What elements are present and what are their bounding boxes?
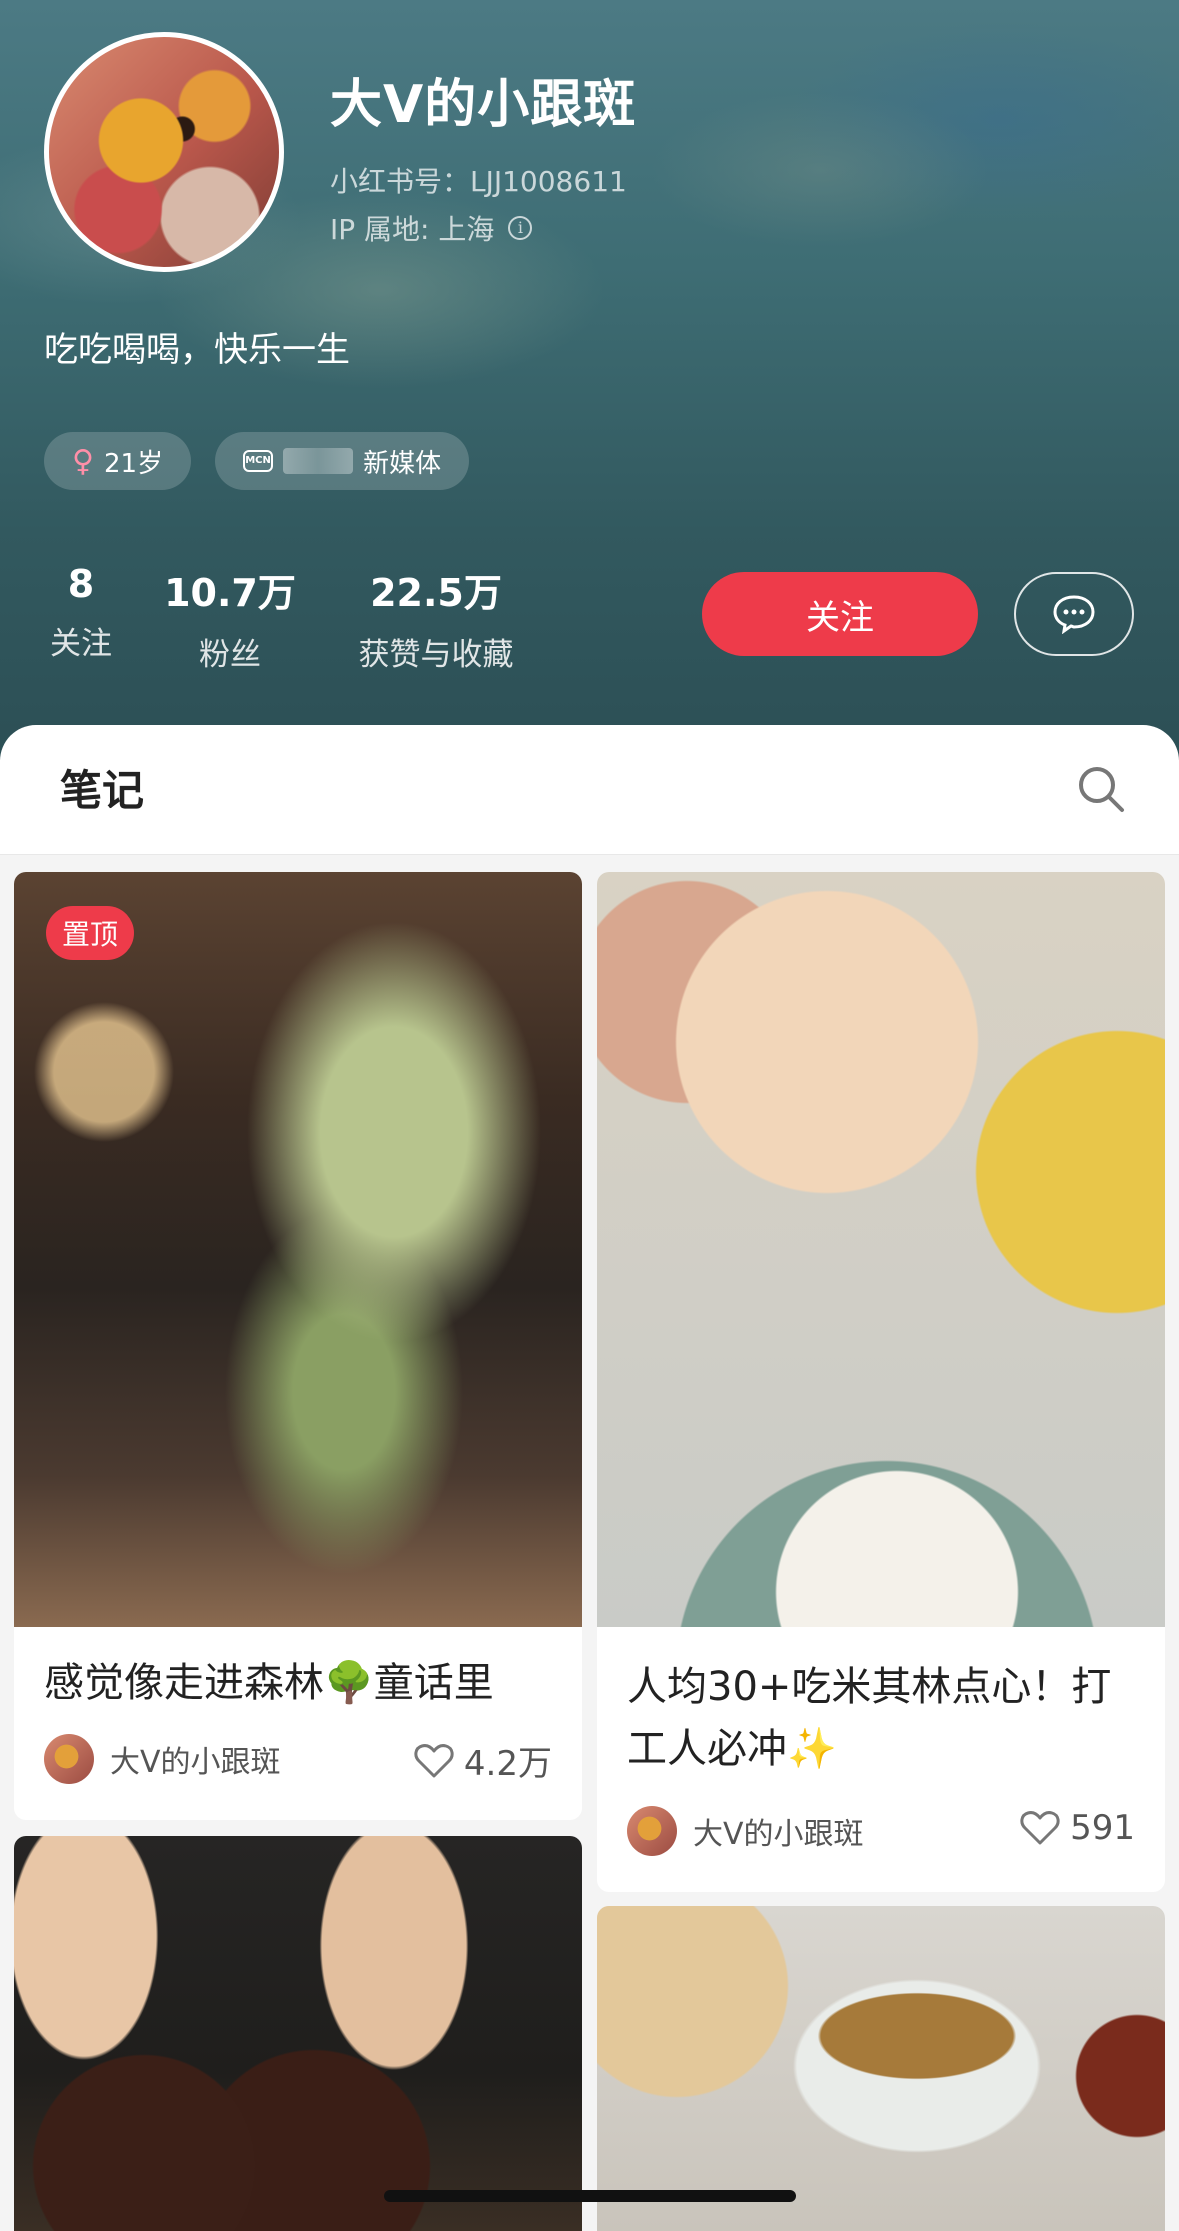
author-name: 大V的小跟斑 xyxy=(110,1745,281,1780)
stat-likes-collects[interactable]: 22.5万 获赞与收藏 xyxy=(340,562,532,674)
like-count: 591 xyxy=(1070,1808,1135,1848)
info-icon[interactable]: i xyxy=(508,216,533,240)
message-button[interactable] xyxy=(1014,572,1134,656)
profile-page: 大V的小跟斑 小红书号：LJJ1008611 IP 属地: 上海 i 吃吃喝喝，… xyxy=(0,0,1179,2231)
pinned-badge: 置顶 xyxy=(46,906,135,960)
like-count: 4.2万 xyxy=(463,1744,552,1784)
org-tag[interactable]: MCN 新媒体 xyxy=(215,432,470,490)
note-card[interactable]: 置顶 感觉像走进森林🌳童话里 大V的小跟斑 4.2万 xyxy=(14,872,582,1820)
stat-following-value: 8 xyxy=(67,562,95,606)
profile-avatar[interactable] xyxy=(44,32,284,272)
search-button[interactable] xyxy=(1075,763,1127,815)
profile-stats: 8 关注 10.7万 粉丝 22.5万 获赞与收藏 xyxy=(0,562,560,674)
note-author[interactable]: 大V的小跟斑 xyxy=(627,1806,864,1856)
account-id: 小红书号：LJJ1008611 xyxy=(330,165,627,198)
stat-likes-label: 获赞与收藏 xyxy=(358,637,514,673)
note-cover-image xyxy=(14,872,582,1627)
profile-bio: 吃吃喝喝，快乐一生 xyxy=(44,330,350,370)
stat-followers[interactable]: 10.7万 粉丝 xyxy=(160,562,300,674)
heart-outline-icon xyxy=(414,1743,454,1777)
stat-following-label: 关注 xyxy=(50,626,112,662)
org-label: 新媒体 xyxy=(363,448,442,479)
author-name: 大V的小跟斑 xyxy=(693,1817,864,1852)
like-button[interactable]: 4.2万 xyxy=(414,1736,552,1785)
profile-tags: ♀ 21岁 MCN 新媒体 xyxy=(44,432,470,490)
author-avatar xyxy=(44,1734,94,1784)
notes-tab[interactable]: 笔记 xyxy=(60,757,144,818)
profile-nickname: 大V的小跟斑 xyxy=(330,75,637,135)
profile-header: 大V的小跟斑 小红书号：LJJ1008611 IP 属地: 上海 i 吃吃喝喝，… xyxy=(0,0,1179,760)
note-card[interactable]: 人均30+吃米其林点心！打工人必冲✨ 大V的小跟斑 591 xyxy=(597,872,1165,1892)
ip-location: IP 属地: 上海 xyxy=(330,213,495,246)
notes-tab-bar: 笔记 xyxy=(0,725,1179,855)
female-icon: ♀ xyxy=(72,443,94,479)
like-button[interactable]: 591 xyxy=(1020,1808,1135,1848)
author-avatar xyxy=(627,1806,677,1856)
home-indicator[interactable] xyxy=(384,2190,796,2202)
heart-outline-icon xyxy=(1020,1811,1060,1845)
note-title: 人均30+吃米其林点心！打工人必冲✨ xyxy=(627,1664,1112,1772)
blurred-org-name xyxy=(283,448,354,474)
note-card[interactable] xyxy=(14,1836,582,2231)
stat-followers-label: 粉丝 xyxy=(199,637,261,673)
stat-followers-value: 10.7万 xyxy=(164,571,296,615)
search-icon xyxy=(1079,767,1124,812)
age-label: 21岁 xyxy=(103,448,164,479)
ip-location-row: IP 属地: 上海 i xyxy=(330,208,533,248)
note-card[interactable] xyxy=(597,1906,1165,2231)
follow-button[interactable]: 关注 xyxy=(702,572,978,656)
note-title: 感觉像走进森林🌳童话里 xyxy=(44,1660,494,1706)
note-cover-image xyxy=(14,1836,582,2231)
note-cover-image xyxy=(597,1906,1165,2231)
mcn-icon: MCN xyxy=(243,450,274,472)
note-author[interactable]: 大V的小跟斑 xyxy=(44,1734,281,1784)
age-tag: ♀ 21岁 xyxy=(44,432,192,490)
note-cover-image xyxy=(597,872,1165,1627)
stat-likes-value: 22.5万 xyxy=(370,571,502,615)
stat-following[interactable]: 8 关注 xyxy=(42,562,120,663)
chat-bubble-icon xyxy=(1053,595,1095,634)
